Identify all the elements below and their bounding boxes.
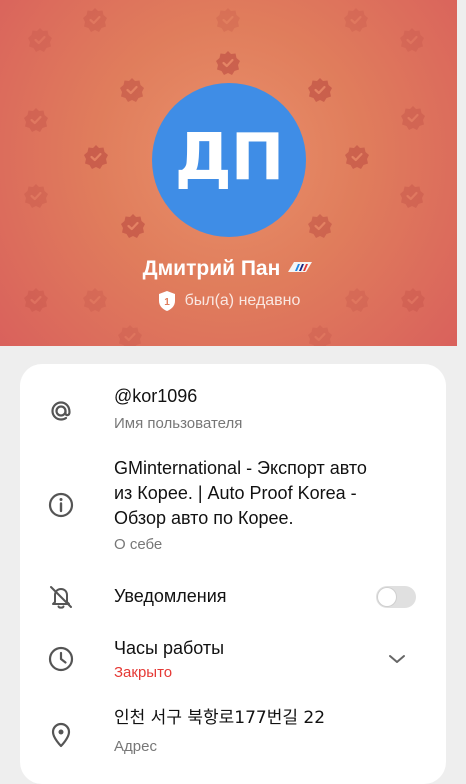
profile-info-card: @kor1096 Имя пользователя GMinternationa… (20, 364, 446, 784)
address-row[interactable]: 인천 서구 북항로177번길 22 Адрес (20, 694, 446, 764)
toggle-knob (378, 588, 396, 606)
verified-badge-pattern-icon (399, 27, 425, 58)
verified-badge-pattern-icon (343, 7, 369, 38)
profile-name: Дмитрий Пан (142, 257, 281, 280)
verified-badge-pattern-icon (117, 324, 143, 346)
chevron-down-icon[interactable] (386, 652, 408, 666)
verified-badge-pattern-icon (307, 213, 333, 244)
verified-badge-pattern-icon (307, 324, 333, 346)
verified-badge-pattern-icon (27, 27, 53, 58)
status-row: 1 был(а) недавно (0, 290, 457, 312)
username-label: Имя пользователя (114, 415, 243, 432)
verified-badge-pattern-icon (400, 105, 426, 136)
info-icon (48, 492, 74, 518)
profile-header: ДП Дмитрий Пан 1 был(а) недавно (0, 0, 457, 346)
status-badge: 1 (164, 297, 170, 308)
username: @kor1096 (114, 386, 198, 406)
name-row: Дмитрий Пан (0, 257, 457, 281)
verified-badge-pattern-icon (399, 183, 425, 214)
bio-line-1: GMinternational - Экспорт авто (114, 458, 367, 478)
verified-badge-pattern-icon (23, 107, 49, 138)
username-row[interactable]: @kor1096 Имя пользователя (20, 364, 446, 444)
verified-badge-pattern-icon (82, 7, 108, 38)
verified-badge-pattern-icon (83, 144, 109, 175)
bio-line-3: Обзор авто по Корее. (114, 508, 294, 528)
bio-label: О себе (114, 536, 163, 553)
last-seen-status: был(а) недавно (184, 292, 301, 309)
bio-line-2: из Корее. | Auto Proof Korea - (114, 483, 357, 503)
verified-badge-pattern-icon (120, 213, 146, 244)
bell-off-icon (50, 586, 72, 609)
avatar[interactable]: ДП (152, 83, 306, 237)
notifications-toggle[interactable] (376, 586, 416, 608)
hours-row[interactable]: Часы работы Закрыто (20, 630, 446, 690)
verified-badge-pattern-icon (307, 77, 333, 108)
avatar-initials: ДП (174, 121, 285, 195)
hours-label: Часы работы (114, 638, 225, 658)
address: 인천 서구 북항로177번길 22 (114, 708, 326, 728)
location-pin-icon (51, 722, 71, 748)
verified-shield-icon: 1 (158, 291, 175, 311)
bio-row[interactable]: GMinternational - Экспорт авто из Корее.… (20, 450, 446, 560)
address-label: Адрес (114, 738, 157, 755)
verified-badge-pattern-icon (215, 50, 241, 81)
verified-badge-pattern-icon (119, 77, 145, 108)
clock-icon (48, 646, 74, 672)
bmw-m-flag-emoji-icon (286, 260, 314, 279)
verified-badge-pattern-icon (344, 144, 370, 175)
notifications-label: Уведомления (114, 586, 227, 606)
verified-badge-pattern-icon (23, 183, 49, 214)
hours-status: Закрыто (114, 664, 173, 681)
at-icon (51, 401, 71, 421)
verified-badge-pattern-icon (215, 7, 241, 38)
